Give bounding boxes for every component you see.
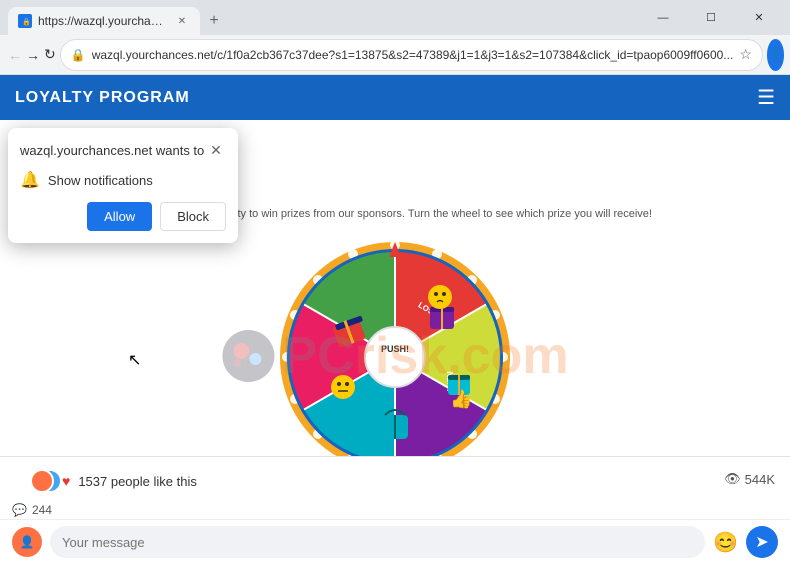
user-avatar: 👤 (12, 527, 42, 557)
comments-row: 💬 244 (0, 501, 790, 519)
wheel-container: PUSH! LOSE NEXT (20, 237, 770, 456)
reload-button[interactable]: ↻ (44, 39, 56, 71)
popup-title: wazql.yourchances.net wants to (20, 143, 204, 158)
block-button[interactable]: Block (160, 202, 226, 231)
browser-frame: 🔒 https://wazql.yourchances.net/c/... ✕ … (0, 0, 790, 564)
bell-icon: 🔔 (20, 170, 40, 190)
site-header: LOYALTY PROGRAM ☰ (0, 75, 790, 120)
lock-icon: 🔒 (71, 48, 86, 62)
minimize-button[interactable]: — (640, 2, 686, 34)
allow-button[interactable]: Allow (87, 202, 152, 231)
site-header-menu-icon[interactable]: ☰ (757, 85, 775, 110)
avatar-group (30, 469, 54, 493)
message-bar: 👤 😊 ➤ (0, 519, 790, 564)
send-button[interactable]: ➤ (746, 526, 778, 558)
likes-row: ♥ 1537 people like this (15, 461, 212, 497)
active-tab[interactable]: 🔒 https://wazql.yourchances.net/c/... ✕ (8, 7, 200, 35)
comments-icon: 💬 (12, 503, 27, 517)
views-count: 544K (745, 472, 775, 487)
new-tab-button[interactable]: + (200, 7, 228, 35)
tab-favicon: 🔒 (18, 14, 32, 28)
heart-icon: ♥ (62, 473, 70, 489)
svg-text:PUSH!: PUSH! (381, 344, 409, 354)
site-header-title: LOYALTY PROGRAM (15, 89, 190, 107)
maximize-button[interactable]: ☐ (688, 2, 734, 34)
window-controls: — ☐ ✕ (640, 2, 782, 34)
address-bar[interactable]: 🔒 wazql.yourchances.net/c/1f0a2cb367c37d… (60, 39, 763, 71)
webpage: LOYALTY PROGRAM ☰ Thursday, 28 January 2… (0, 75, 790, 564)
title-bar: 🔒 https://wazql.yourchances.net/c/... ✕ … (0, 0, 790, 35)
tab-title: https://wazql.yourchances.net/c/... (38, 14, 168, 28)
popup-header: wazql.yourchances.net wants to ✕ (20, 140, 226, 160)
svg-text:🔒: 🔒 (22, 18, 30, 26)
message-input[interactable] (50, 526, 705, 558)
popup-buttons: Allow Block (20, 202, 226, 231)
bookmark-icon[interactable]: ☆ (739, 46, 752, 63)
views-count-row: 👁 544K (724, 471, 775, 487)
nav-bar: ← → ↻ 🔒 wazql.yourchances.net/c/1f0a2cb3… (0, 35, 790, 75)
profile-button[interactable]: 👤 (767, 39, 784, 71)
prize-wheel[interactable]: PUSH! LOSE NEXT (275, 237, 515, 456)
likes-and-views-row: ♥ 1537 people like this 👁 544K (0, 457, 790, 501)
avatar-1 (30, 469, 54, 493)
forward-button[interactable]: → (26, 39, 40, 71)
popup-close-button[interactable]: ✕ (206, 140, 226, 160)
comments-count: 244 (32, 503, 52, 517)
tab-bar: 🔒 https://wazql.yourchances.net/c/... ✕ … (8, 0, 634, 35)
tab-close-button[interactable]: ✕ (174, 13, 190, 29)
back-button[interactable]: ← (8, 39, 22, 71)
notification-popup: wazql.yourchances.net wants to ✕ 🔔 Show … (8, 128, 238, 243)
bottom-bar: ♥ 1537 people like this 👁 544K 💬 244 👤 😊… (0, 456, 790, 564)
emoji-button[interactable]: 😊 (713, 530, 738, 555)
site-content: Thursday, 28 January 2021 Congratulation… (0, 120, 790, 456)
popup-notification-row: 🔔 Show notifications (20, 170, 226, 190)
close-button[interactable]: ✕ (736, 2, 782, 34)
eye-icon: 👁 (724, 471, 741, 487)
popup-notification-text: Show notifications (48, 173, 153, 188)
thumbs-icon: 👍 (450, 388, 472, 409)
address-text: wazql.yourchances.net/c/1f0a2cb367c37dee… (92, 48, 734, 62)
likes-count: 1537 people like this (78, 474, 197, 489)
